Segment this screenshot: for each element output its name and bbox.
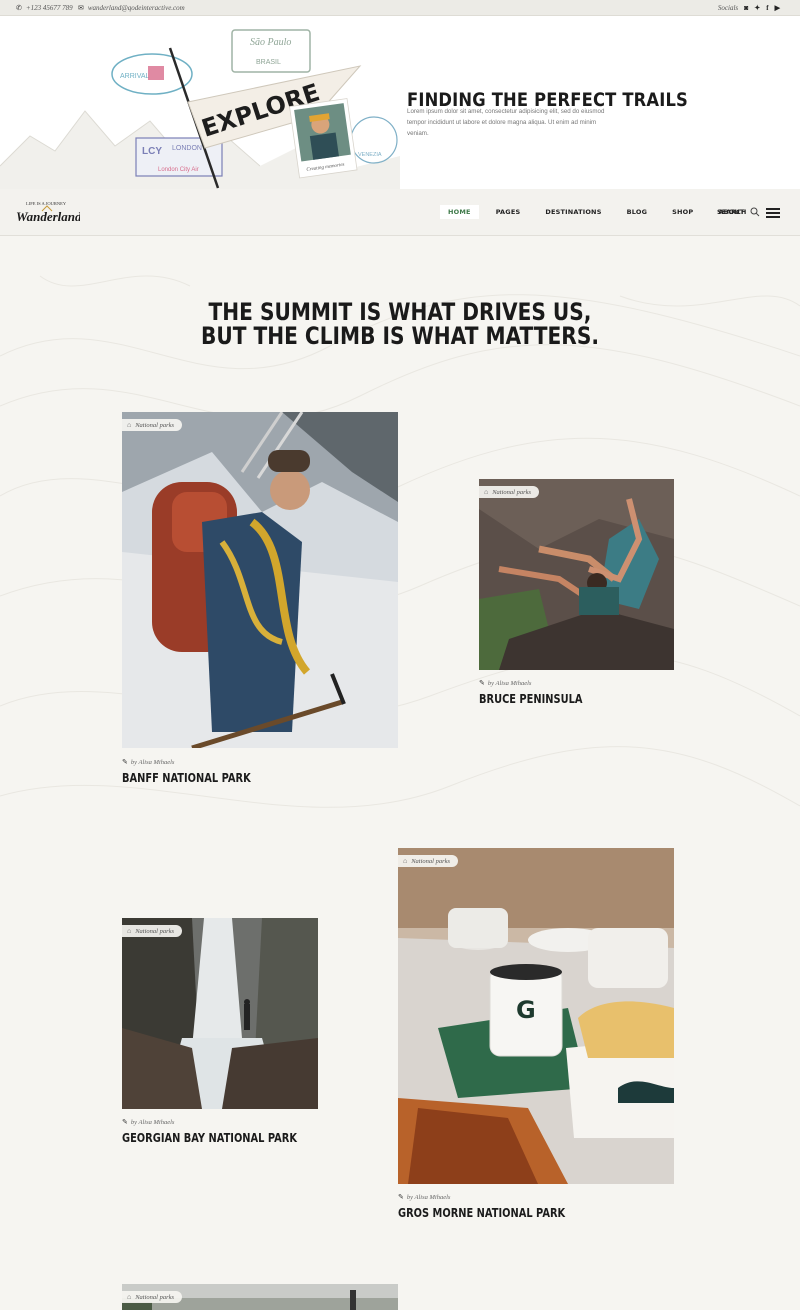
socials-group: Socials ◙ ✦ f ▶ xyxy=(718,4,780,12)
category-tag[interactable]: ⌂ National parks xyxy=(122,1291,183,1303)
stamp-sao-paulo: São Paulo BRASIL xyxy=(231,29,311,73)
tag-icon: ⌂ xyxy=(127,1293,132,1301)
tag-icon: ⌂ xyxy=(127,927,132,935)
category-tag[interactable]: ⌂ National parks xyxy=(122,419,183,431)
polaroid-photo: Creating memories xyxy=(289,98,358,179)
youtube-icon[interactable]: ▶ xyxy=(775,4,780,12)
menu-icon[interactable] xyxy=(766,208,780,220)
nav-menu: HOME PAGES DESTINATIONS BLOG SHOP ABOUT xyxy=(440,205,762,219)
search-icon xyxy=(750,207,760,217)
instagram-icon[interactable]: ◙ xyxy=(744,4,748,12)
svg-text:BRASIL: BRASIL xyxy=(256,59,281,66)
svg-text:VENEZIA: VENEZIA xyxy=(358,152,382,158)
post-author[interactable]: ✎ by Alisa Mihaels xyxy=(398,1193,450,1201)
svg-text:LCY: LCY xyxy=(142,146,162,157)
nav-item-destinations[interactable]: DESTINATIONS xyxy=(537,205,609,219)
svg-text:LONDON: LONDON xyxy=(172,145,202,152)
phone-icon: ✆ xyxy=(16,4,22,12)
socials-label: Socials xyxy=(717,4,739,12)
search-button[interactable]: SEARCH xyxy=(717,207,760,217)
svg-text:São Paulo: São Paulo xyxy=(250,37,291,48)
pen-icon: ✎ xyxy=(122,1118,128,1126)
phone-info[interactable]: ✆ +123 45677 789 xyxy=(16,4,73,12)
post-author[interactable]: ✎ by Alisa Mihaels xyxy=(479,679,531,687)
post-author[interactable]: ✎ by Alisa Mihaels xyxy=(122,1118,174,1126)
hero-collage: São Paulo BRASIL ARRIVAL LCY LONDON Lond… xyxy=(0,29,400,189)
svg-text:ARRIVAL: ARRIVAL xyxy=(120,73,150,80)
email-address[interactable]: wanderland@qodeinteractive.com xyxy=(88,4,185,12)
nav-item-blog[interactable]: BLOG xyxy=(619,205,656,219)
hero-text: Lorem ipsum dolor sit amet, consectetur … xyxy=(407,108,605,137)
phone-number[interactable]: +123 45677 789 xyxy=(26,4,73,12)
svg-text:Wanderland: Wanderland xyxy=(16,209,80,224)
pen-icon: ✎ xyxy=(479,679,485,687)
main-nav: LIFE IS A JOURNEY Wanderland HOME PAGES … xyxy=(0,189,800,236)
quote-heading: THE SUMMIT IS WHAT DRIVES US, BUT THE CL… xyxy=(64,300,736,348)
post-title[interactable]: GROS MORNE NATIONAL PARK xyxy=(398,1206,565,1220)
post-author[interactable]: ✎ by Alisa Mihaels xyxy=(122,758,174,766)
svg-text:LIFE IS A JOURNEY: LIFE IS A JOURNEY xyxy=(26,201,67,206)
site-logo[interactable]: LIFE IS A JOURNEY Wanderland xyxy=(14,197,80,227)
stamp-venezia: VENEZIA xyxy=(350,116,398,164)
nav-item-pages[interactable]: PAGES xyxy=(488,205,529,219)
mail-icon: ✉ xyxy=(78,4,84,12)
tag-icon: ⌂ xyxy=(127,421,132,429)
search-label: SEARCH xyxy=(717,208,747,216)
nav-item-shop[interactable]: SHOP xyxy=(664,205,701,219)
nav-item-home[interactable]: HOME xyxy=(440,205,479,219)
post-title[interactable]: BANFF NATIONAL PARK xyxy=(122,771,251,785)
tag-icon: ⌂ xyxy=(484,488,489,496)
pen-icon: ✎ xyxy=(122,758,128,766)
category-tag[interactable]: ⌂ National parks xyxy=(122,925,183,937)
post-image-georgian-bay[interactable] xyxy=(122,918,318,1109)
pen-icon: ✎ xyxy=(398,1193,404,1201)
tag-icon: ⌂ xyxy=(403,857,408,865)
svg-text:G: G xyxy=(516,996,536,1024)
top-bar: ✆ +123 45677 789 ✉ wanderland@qodeintera… xyxy=(0,0,800,16)
post-title[interactable]: GEORGIAN BAY NATIONAL PARK xyxy=(122,1131,297,1145)
category-tag[interactable]: ⌂ National parks xyxy=(479,486,540,498)
facebook-icon[interactable]: f xyxy=(766,4,768,12)
svg-text:London City Air: London City Air xyxy=(158,167,199,173)
post-image-gros-morne[interactable]: G xyxy=(398,848,674,1184)
hero-section: São Paulo BRASIL ARRIVAL LCY LONDON Lond… xyxy=(0,16,800,189)
quote-line-2: BUT THE CLIMB IS WHAT MATTERS. xyxy=(200,322,600,350)
post-image-banff[interactable] xyxy=(122,412,398,748)
twitter-icon[interactable]: ✦ xyxy=(754,4,760,12)
quote-line-1: THE SUMMIT IS WHAT DRIVES US, xyxy=(208,298,592,326)
post-title[interactable]: BRUCE PENINSULA xyxy=(479,692,582,706)
post-image-bruce[interactable] xyxy=(479,479,674,670)
category-tag[interactable]: ⌂ National parks xyxy=(398,855,459,867)
email-info[interactable]: ✉ wanderland@qodeinteractive.com xyxy=(78,4,185,12)
